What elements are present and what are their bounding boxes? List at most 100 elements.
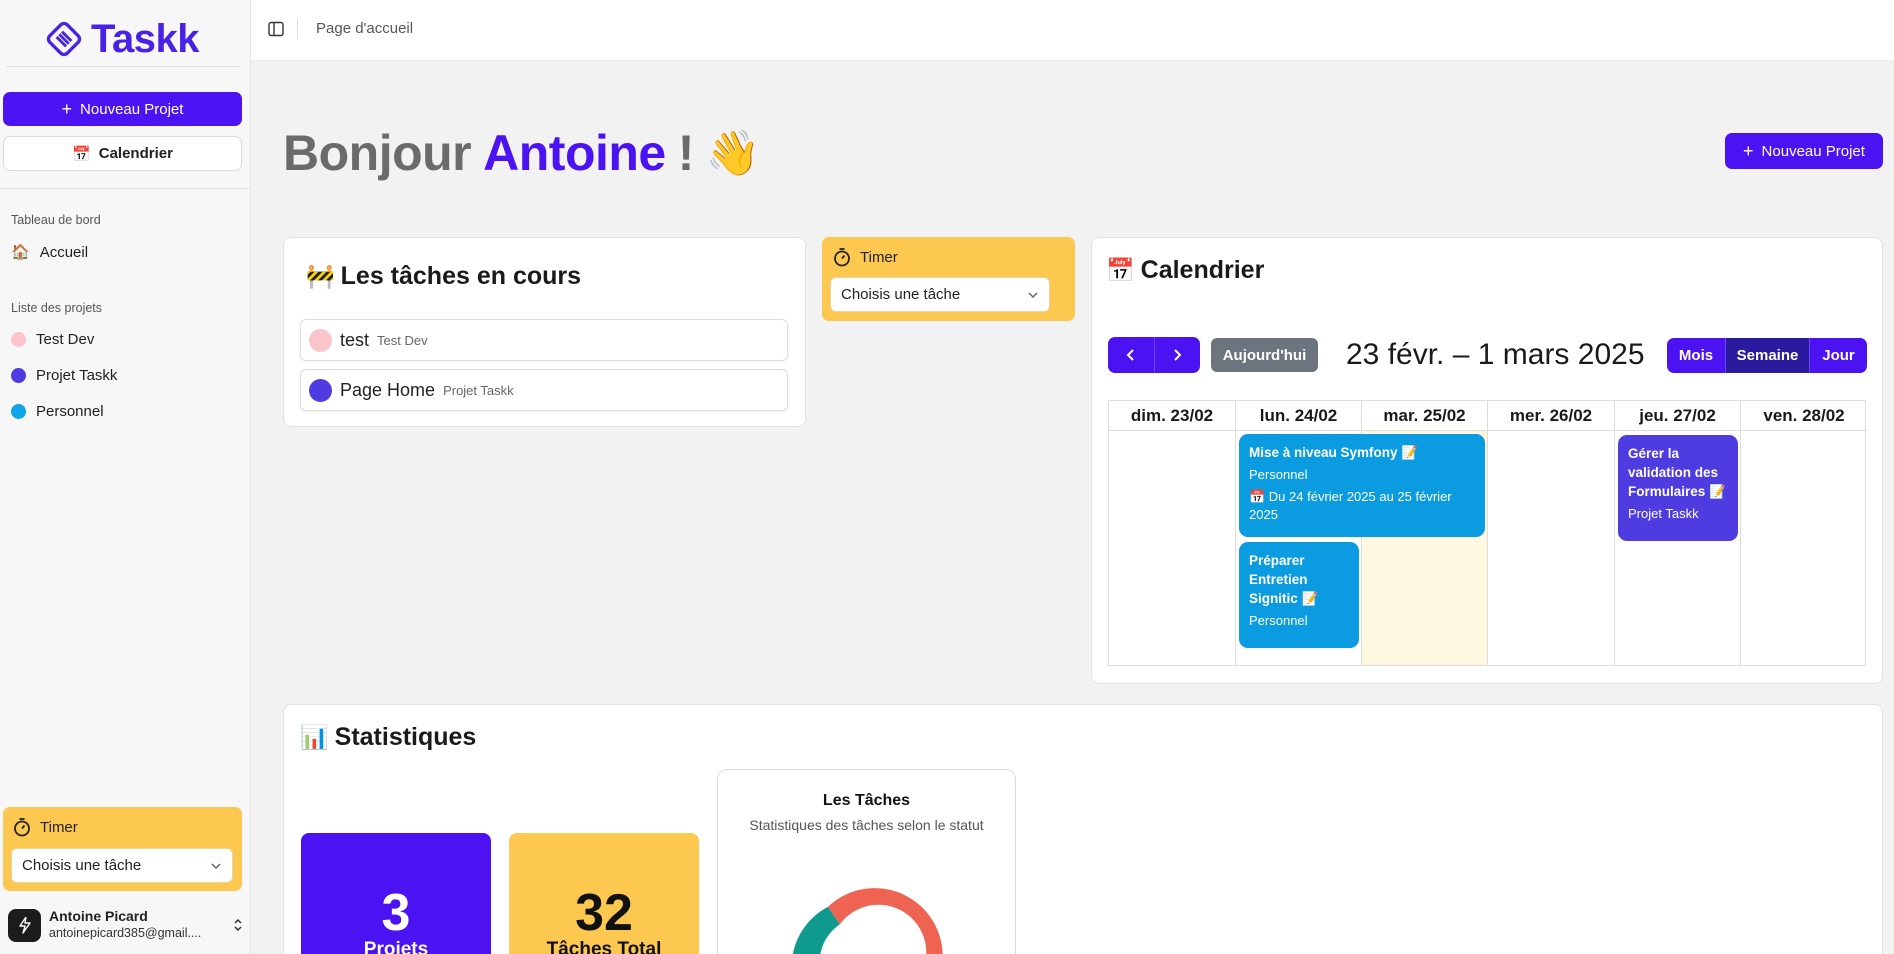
sidebar: Taskk + Nouveau Projet 📅 Calendrier Tabl… (0, 0, 251, 954)
card-title: 📅 Calendrier (1106, 256, 1264, 285)
stat-value: 3 (381, 884, 411, 942)
chevron-right-icon (1174, 349, 1182, 361)
stopwatch-icon (834, 248, 850, 267)
day-header: jeu. 27/02 (1615, 401, 1741, 431)
calendar-event[interactable]: Gérer la validation des Formulaires 📝 Pr… (1618, 435, 1738, 541)
sidebar-item-label: Projet Taskk (36, 367, 118, 384)
chevron-down-icon (211, 862, 221, 869)
chevron-up-down-icon (234, 918, 242, 932)
tasks-status-chart-card: Les Tâches Statistiques des tâches selon… (717, 769, 1016, 954)
chart-subtitle: Statistiques des tâches selon le statut (749, 817, 984, 833)
user-info: Antoine Picard antoinepicard385@gmail...… (49, 908, 224, 942)
project-color-dot (11, 332, 26, 347)
chevron-left-icon (1126, 349, 1134, 361)
event-dates: 📅 Du 24 février 2025 au 25 février 2025 (1249, 489, 1452, 522)
bar-chart-icon: 📊 (300, 724, 329, 750)
task-project: Test Dev (377, 332, 428, 348)
sidebar-toggle-icon[interactable] (268, 21, 284, 37)
statistics-card: 📊 Statistiques 3 Projets 32 Tâches Total… (283, 704, 1883, 954)
sidebar-group-title-dashboard: Tableau de bord (11, 213, 101, 227)
app-logo[interactable]: Taskk (45, 14, 199, 64)
task-item[interactable]: Page Home Projet Taskk (300, 369, 788, 411)
day-header: lun. 24/02 (1236, 401, 1362, 431)
timer-header: Timer (12, 817, 78, 837)
user-menu[interactable]: Antoine Picard antoinepicard385@gmail...… (8, 905, 244, 945)
stat-total-tasks: 32 Tâches Total (509, 833, 699, 954)
card-title-text: Calendrier (1140, 256, 1265, 284)
new-project-label: Nouveau Projet (1761, 142, 1865, 160)
day-column[interactable] (1109, 431, 1236, 665)
plus-icon: + (61, 99, 73, 119)
card-title: 📊 Statistiques (300, 723, 476, 752)
sidebar-item-label: Test Dev (36, 331, 95, 348)
timer-title: Timer (860, 248, 898, 266)
day-column[interactable] (1741, 431, 1867, 665)
card-title: 🚧 Les tâches en cours (306, 262, 581, 291)
calendar-event[interactable]: Mise à niveau Symfony 📝 Personnel 📅 Du 2… (1239, 434, 1485, 537)
donut-slice-teal[interactable] (792, 906, 840, 954)
calendar-event[interactable]: Préparer Entretien Signitic 📝 Personnel (1239, 542, 1359, 648)
timer-select-value: Choisis une tâche (22, 857, 142, 874)
house-icon: 🏠 (11, 244, 30, 261)
stopwatch-icon (14, 818, 30, 837)
event-project: Personnel (1249, 613, 1308, 628)
page-greeting: Bonjour Antoine ! 👋 (283, 124, 761, 182)
project-color-dot (11, 368, 26, 383)
calendar-icon: 📅 (72, 145, 91, 163)
event-title: Préparer Entretien Signitic 📝 (1249, 553, 1319, 606)
new-project-button-header[interactable]: + Nouveau Projet (1725, 133, 1883, 169)
current-tasks-card: 🚧 Les tâches en cours test Test Dev Page… (283, 237, 806, 427)
divider (6, 66, 240, 67)
today-button[interactable]: Aujourd'hui (1211, 338, 1318, 372)
greeting-name: Antoine (483, 125, 666, 181)
plus-icon: + (1743, 141, 1754, 161)
view-day-button[interactable]: Jour (1810, 338, 1867, 373)
taskk-logo-icon (46, 21, 82, 57)
day-column[interactable] (1488, 431, 1615, 665)
breadcrumb[interactable]: Page d'accueil (316, 20, 413, 37)
divider (297, 19, 298, 39)
calendar-week-grid: dim. 23/02 lun. 24/02 mar. 25/02 mer. 26… (1108, 400, 1867, 666)
event-project: Personnel (1249, 467, 1308, 482)
new-project-button[interactable]: + Nouveau Projet (3, 92, 242, 126)
day-header: ven. 28/02 (1741, 401, 1867, 431)
donut-slice-red[interactable] (827, 888, 943, 954)
day-header: dim. 23/02 (1109, 401, 1236, 431)
next-week-button[interactable] (1153, 337, 1201, 373)
divider (0, 188, 250, 189)
view-month-button[interactable]: Mois (1667, 338, 1725, 373)
day-header: mer. 26/02 (1488, 401, 1615, 431)
task-name: test (340, 329, 370, 350)
sidebar-item-test-dev[interactable]: Test Dev (11, 331, 94, 348)
task-item[interactable]: test Test Dev (300, 319, 788, 361)
timer-card: Timer Choisis une tâche (822, 237, 1075, 321)
user-email: antoinepicard385@gmail.... (49, 926, 202, 940)
timer-task-select[interactable]: Choisis une tâche (11, 848, 233, 883)
stat-label: Projets (363, 939, 429, 954)
task-color-dot (309, 378, 332, 402)
timer-header: Timer (832, 247, 898, 267)
greeting-suffix: ! (677, 125, 695, 181)
app-name: Taskk (91, 16, 199, 61)
top-bar: Page d'accueil (251, 0, 1894, 61)
sidebar-item-accueil[interactable]: 🏠 Accueil (11, 243, 88, 262)
timer-task-select[interactable]: Choisis une tâche (830, 277, 1050, 312)
user-name: Antoine Picard (49, 908, 148, 924)
stat-projects: 3 Projets (301, 833, 491, 954)
prev-week-button[interactable] (1108, 337, 1154, 373)
task-color-dot (309, 328, 332, 352)
chevron-down-icon (1028, 291, 1038, 298)
card-title-text: Les tâches en cours (340, 262, 582, 290)
calendar-view-switcher: Mois Semaine Jour (1667, 338, 1867, 373)
view-week-button[interactable]: Semaine (1725, 338, 1810, 373)
task-project: Projet Taskk (443, 382, 514, 398)
event-title: Mise à niveau Symfony 📝 (1249, 445, 1419, 460)
calendar-button[interactable]: 📅 Calendrier (3, 136, 242, 171)
stat-value: 32 (575, 884, 633, 942)
timer-select-value: Choisis une tâche (841, 286, 961, 303)
avatar (8, 908, 41, 942)
sidebar-item-personnel[interactable]: Personnel (11, 403, 104, 420)
calendar-label: Calendrier (98, 145, 173, 162)
sidebar-item-projet-taskk[interactable]: Projet Taskk (11, 367, 117, 384)
bolt-icon (18, 916, 31, 934)
